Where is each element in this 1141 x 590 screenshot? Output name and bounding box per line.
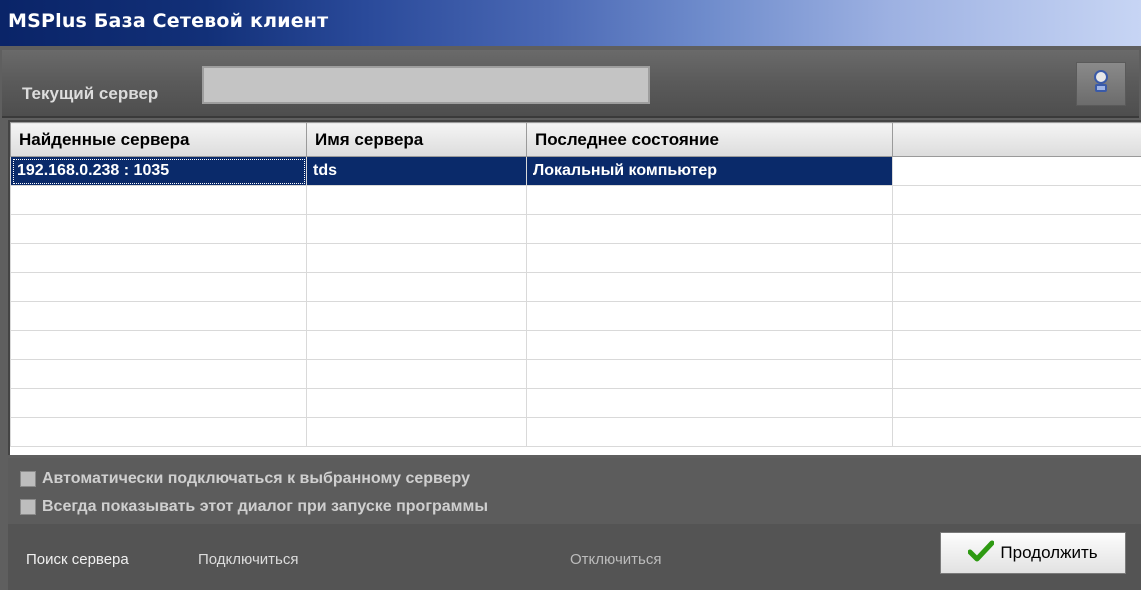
title-bar[interactable]: MSPlus База Сетевой клиент — [0, 0, 1141, 46]
auto-connect-option[interactable]: Автоматически подключаться к выбранному … — [20, 468, 470, 490]
empty-cell — [10, 243, 307, 273]
empty-cell — [306, 243, 527, 273]
column-server-name[interactable]: Имя сервера — [306, 122, 527, 157]
empty-cell — [306, 185, 527, 215]
continue-button[interactable]: Продолжить — [940, 532, 1126, 574]
empty-cell — [526, 330, 893, 360]
table-header-row: Найденные сервера Имя сервера Последнее … — [10, 122, 1141, 157]
empty-cell — [892, 243, 1141, 273]
current-server-label: Текущий сервер — [22, 84, 159, 103]
empty-cell — [10, 214, 307, 244]
empty-cell — [10, 272, 307, 302]
table-row[interactable] — [10, 330, 1141, 360]
always-show-option[interactable]: Всегда показывать этот диалог при запуск… — [20, 496, 488, 518]
empty-cell — [10, 301, 307, 331]
servers-table: Найденные сервера Имя сервера Последнее … — [8, 120, 1141, 455]
search-server-link[interactable]: Поиск сервера — [26, 551, 129, 568]
empty-cell — [526, 301, 893, 331]
cell-extra[interactable] — [892, 156, 1141, 186]
empty-cell — [306, 417, 527, 447]
table-row[interactable] — [10, 214, 1141, 244]
server-search-button[interactable] — [1076, 62, 1126, 106]
cell-address[interactable]: 192.168.0.238 : 1035 — [10, 156, 307, 186]
empty-cell — [526, 272, 893, 302]
options-panel: Автоматически подключаться к выбранному … — [8, 458, 1141, 524]
table-row[interactable] — [10, 417, 1141, 447]
empty-cell — [306, 388, 527, 418]
empty-cell — [892, 214, 1141, 244]
continue-label: Продолжить — [1000, 543, 1098, 562]
empty-cell — [10, 330, 307, 360]
table-row[interactable]: 192.168.0.238 : 1035 tds Локальный компь… — [10, 156, 1141, 186]
table-row[interactable] — [10, 359, 1141, 389]
empty-cell — [526, 359, 893, 389]
column-empty[interactable] — [892, 122, 1141, 157]
connect-link[interactable]: Подключиться — [198, 551, 298, 568]
empty-cell — [892, 359, 1141, 389]
cell-server-name[interactable]: tds — [306, 156, 527, 186]
table-row[interactable] — [10, 301, 1141, 331]
empty-cell — [892, 417, 1141, 447]
current-server-bar: Текущий сервер — [2, 50, 1139, 118]
action-bar: Поиск сервера Подключиться Отключиться П… — [8, 524, 1141, 590]
app-window: MSPlus База Сетевой клиент Текущий серве… — [0, 0, 1141, 590]
empty-cell — [892, 388, 1141, 418]
column-last-state[interactable]: Последнее состояние — [526, 122, 893, 157]
table-row[interactable] — [10, 243, 1141, 273]
empty-cell — [10, 359, 307, 389]
empty-cell — [526, 388, 893, 418]
empty-cell — [892, 301, 1141, 331]
empty-cell — [526, 417, 893, 447]
empty-cell — [526, 185, 893, 215]
current-server-field[interactable] — [202, 66, 650, 104]
auto-connect-label: Автоматически подключаться к выбранному … — [42, 470, 470, 487]
table-row[interactable] — [10, 388, 1141, 418]
empty-cell — [306, 301, 527, 331]
always-show-label: Всегда показывать этот диалог при запуск… — [42, 498, 488, 515]
checkmark-icon — [967, 540, 995, 567]
empty-cell — [306, 272, 527, 302]
empty-cell — [892, 330, 1141, 360]
column-found-servers[interactable]: Найденные сервера — [10, 122, 307, 157]
window-title: MSPlus База Сетевой клиент — [8, 10, 329, 32]
cell-state[interactable]: Локальный компьютер — [526, 156, 893, 186]
empty-cell — [892, 185, 1141, 215]
empty-cell — [892, 272, 1141, 302]
empty-cell — [10, 185, 307, 215]
always-show-checkbox[interactable] — [20, 499, 36, 515]
server-search-icon — [1090, 69, 1112, 100]
empty-cell — [306, 330, 527, 360]
auto-connect-checkbox[interactable] — [20, 471, 36, 487]
empty-cell — [10, 388, 307, 418]
empty-cell — [526, 214, 893, 244]
empty-cell — [306, 359, 527, 389]
empty-cell — [526, 243, 893, 273]
empty-cell — [10, 417, 307, 447]
table-row[interactable] — [10, 272, 1141, 302]
table-row[interactable] — [10, 185, 1141, 215]
disconnect-link[interactable]: Отключиться — [570, 551, 661, 568]
empty-cell — [306, 214, 527, 244]
